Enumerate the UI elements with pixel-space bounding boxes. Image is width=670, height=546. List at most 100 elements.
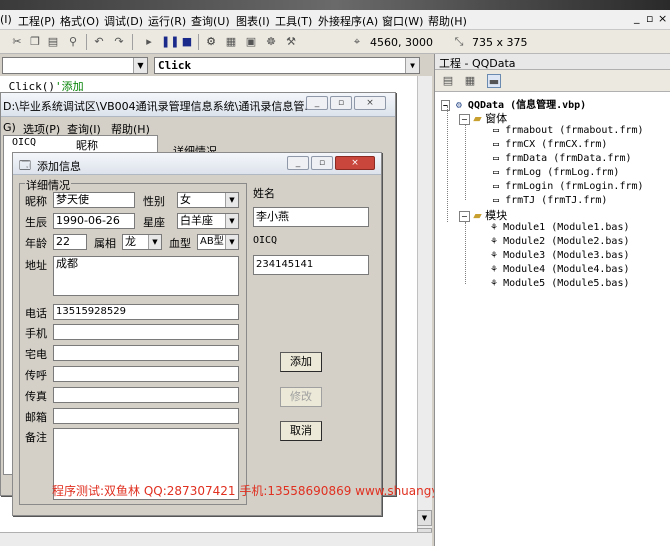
- project-root-node[interactable]: − ⚙ QQData (信息管理.vbp): [441, 96, 586, 111]
- code-vertical-scrollbar[interactable]: [417, 76, 432, 546]
- undo-icon[interactable]: ↶: [92, 35, 106, 49]
- toolbar-separator: [132, 34, 133, 50]
- phone-label: 电话: [25, 307, 47, 320]
- modules-folder-node[interactable]: − ▰ 模块: [459, 207, 507, 223]
- cut-icon[interactable]: ✂: [10, 35, 24, 49]
- chevron-down-icon: ▼: [133, 58, 147, 73]
- minimize-button[interactable]: _: [634, 11, 640, 24]
- birth-label: 生辰: [25, 216, 47, 229]
- main-minimize-button[interactable]: _: [306, 96, 328, 110]
- zodiac-select[interactable]: 白羊座 ▼: [177, 213, 239, 229]
- menu-item-project[interactable]: 工程(P): [18, 13, 55, 29]
- main-maximize-button[interactable]: ▫: [330, 96, 352, 110]
- properties-icon[interactable]: ▦: [224, 35, 238, 49]
- find-icon[interactable]: ⚲: [66, 35, 80, 49]
- oicq-field[interactable]: 234145141: [253, 255, 369, 275]
- address-field[interactable]: 成都: [53, 256, 239, 296]
- home-phone-label: 宅电: [25, 348, 47, 361]
- main-menu-item[interactable]: G): [3, 121, 16, 134]
- menu-bar: (I) 工程(P) 格式(O) 调试(D) 运行(R) 查询(U) 图表(I) …: [0, 10, 670, 30]
- dialog-close-button[interactable]: ×: [335, 156, 375, 170]
- break-icon[interactable]: ❚❚: [161, 35, 179, 49]
- menu-item-format[interactable]: 格式(O): [60, 13, 99, 29]
- add-button[interactable]: 添加: [280, 352, 322, 372]
- dialog-maximize-button[interactable]: ▫: [311, 156, 333, 170]
- menu-item-0[interactable]: (I): [0, 13, 12, 26]
- module-node[interactable]: ⚘ Module5 (Module5.bas): [491, 278, 630, 289]
- forms-folder-node[interactable]: − ▰ 窗体: [459, 110, 507, 126]
- paste-icon[interactable]: ▤: [46, 35, 60, 49]
- birth-field[interactable]: 1990-06-26: [53, 213, 135, 229]
- form-node[interactable]: ▭ frmabout (frmabout.frm): [493, 125, 644, 136]
- email-field[interactable]: [53, 408, 239, 424]
- form-node[interactable]: ▭ frmLog (frmLog.frm): [493, 167, 619, 178]
- stop-icon[interactable]: ■: [180, 35, 194, 49]
- column-header-nick[interactable]: 昵称: [76, 137, 98, 153]
- procedure-combo[interactable]: Click ▼: [154, 57, 420, 74]
- scroll-down-button[interactable]: ▼: [417, 510, 432, 526]
- form-node[interactable]: ▭ frmData (frmData.frm): [493, 153, 632, 164]
- tree-lines: [465, 124, 466, 200]
- copy-icon[interactable]: ❐: [28, 35, 42, 49]
- toolbar-separator: [198, 34, 199, 50]
- main-form-titlebar[interactable]: D:\毕业系统调试区\VB004通讯录管理信息系统\通讯录信息管... _ ▫ …: [1, 93, 395, 117]
- form-icon: ▭: [493, 139, 500, 150]
- shengxiao-label: 属相: [94, 237, 116, 250]
- form-icon: ▭: [493, 153, 500, 164]
- mobile-field[interactable]: [53, 324, 239, 340]
- object-browser-icon[interactable]: ☸: [264, 35, 278, 49]
- menu-item-window[interactable]: 窗口(W): [382, 13, 423, 29]
- menu-item-addins[interactable]: 外接程序(A): [318, 13, 378, 29]
- form-node[interactable]: ▭ frmTJ (frmTJ.frm): [493, 195, 607, 206]
- gender-select[interactable]: 女 ▼: [177, 192, 239, 208]
- form-node[interactable]: ▭ frmCX (frmCX.frm): [493, 139, 607, 150]
- module-icon: ⚘: [491, 264, 498, 275]
- form-node[interactable]: ▭ frmLogin (frmLogin.frm): [493, 181, 644, 192]
- dialog-titlebar[interactable]: 🗔 添加信息 _ ▫ ×: [13, 153, 381, 175]
- age-field[interactable]: 22: [53, 234, 87, 250]
- modify-button[interactable]: 修改: [280, 387, 322, 407]
- menu-item-help[interactable]: 帮助(H): [428, 13, 467, 29]
- menu-item-debug[interactable]: 调试(D): [104, 13, 143, 29]
- module-node[interactable]: ⚘ Module3 (Module3.bas): [491, 250, 630, 261]
- redo-icon[interactable]: ↷: [112, 35, 126, 49]
- size-icon: ⤡: [454, 35, 464, 48]
- chevron-down-icon: ▼: [225, 235, 238, 249]
- toolbox-icon[interactable]: ⚒: [284, 35, 298, 49]
- restore-button[interactable]: ▫: [646, 12, 653, 25]
- project-title: 工程 - QQData: [439, 57, 516, 70]
- menu-item-query[interactable]: 查询(U): [191, 13, 230, 29]
- fax-field[interactable]: [53, 387, 239, 403]
- start-icon[interactable]: ▸: [142, 35, 156, 49]
- cancel-button[interactable]: 取消: [280, 421, 322, 441]
- phone-field[interactable]: 13515928529: [53, 304, 239, 320]
- dialog-minimize-button[interactable]: _: [287, 156, 309, 170]
- project-explorer-icon[interactable]: ⚙: [204, 35, 218, 49]
- object-combo[interactable]: ▼: [2, 57, 148, 74]
- pager-label: 传呼: [25, 369, 47, 382]
- menu-item-tools[interactable]: 工具(T): [275, 13, 312, 29]
- shengxiao-select[interactable]: 龙 ▼: [122, 234, 162, 250]
- add-info-dialog[interactable]: 🗔 添加信息 _ ▫ × 详细情况 昵称 梦天使 性别 女 ▼ 生辰 1990-0…: [12, 152, 382, 516]
- name-label: 姓名: [253, 187, 275, 200]
- form-icon: 🗔: [19, 159, 31, 172]
- home-phone-field[interactable]: [53, 345, 239, 361]
- module-node[interactable]: ⚘ Module4 (Module4.bas): [491, 264, 630, 275]
- menu-item-chart[interactable]: 图表(I): [236, 13, 270, 29]
- code-horizontal-scrollbar[interactable]: [0, 532, 432, 546]
- close-button[interactable]: ×: [658, 12, 667, 25]
- pager-field[interactable]: [53, 366, 239, 382]
- column-header-oicq[interactable]: OICQ: [12, 137, 36, 148]
- form-layout-icon[interactable]: ▣: [244, 35, 258, 49]
- view-object-icon[interactable]: ▦: [463, 74, 477, 88]
- dialog-title: 添加信息: [37, 160, 81, 173]
- view-code-icon[interactable]: ▤: [441, 74, 455, 88]
- blood-select[interactable]: AB型 ▼: [197, 234, 239, 250]
- name-field[interactable]: 李小燕: [253, 207, 369, 227]
- module-node[interactable]: ⚘ Module2 (Module2.bas): [491, 236, 630, 247]
- main-close-button[interactable]: ×: [354, 96, 386, 110]
- toggle-folders-icon[interactable]: ▬: [487, 74, 501, 88]
- menu-item-run[interactable]: 运行(R): [148, 13, 186, 29]
- nick-field[interactable]: 梦天使: [53, 192, 135, 208]
- module-node[interactable]: ⚘ Module1 (Module1.bas): [491, 222, 630, 233]
